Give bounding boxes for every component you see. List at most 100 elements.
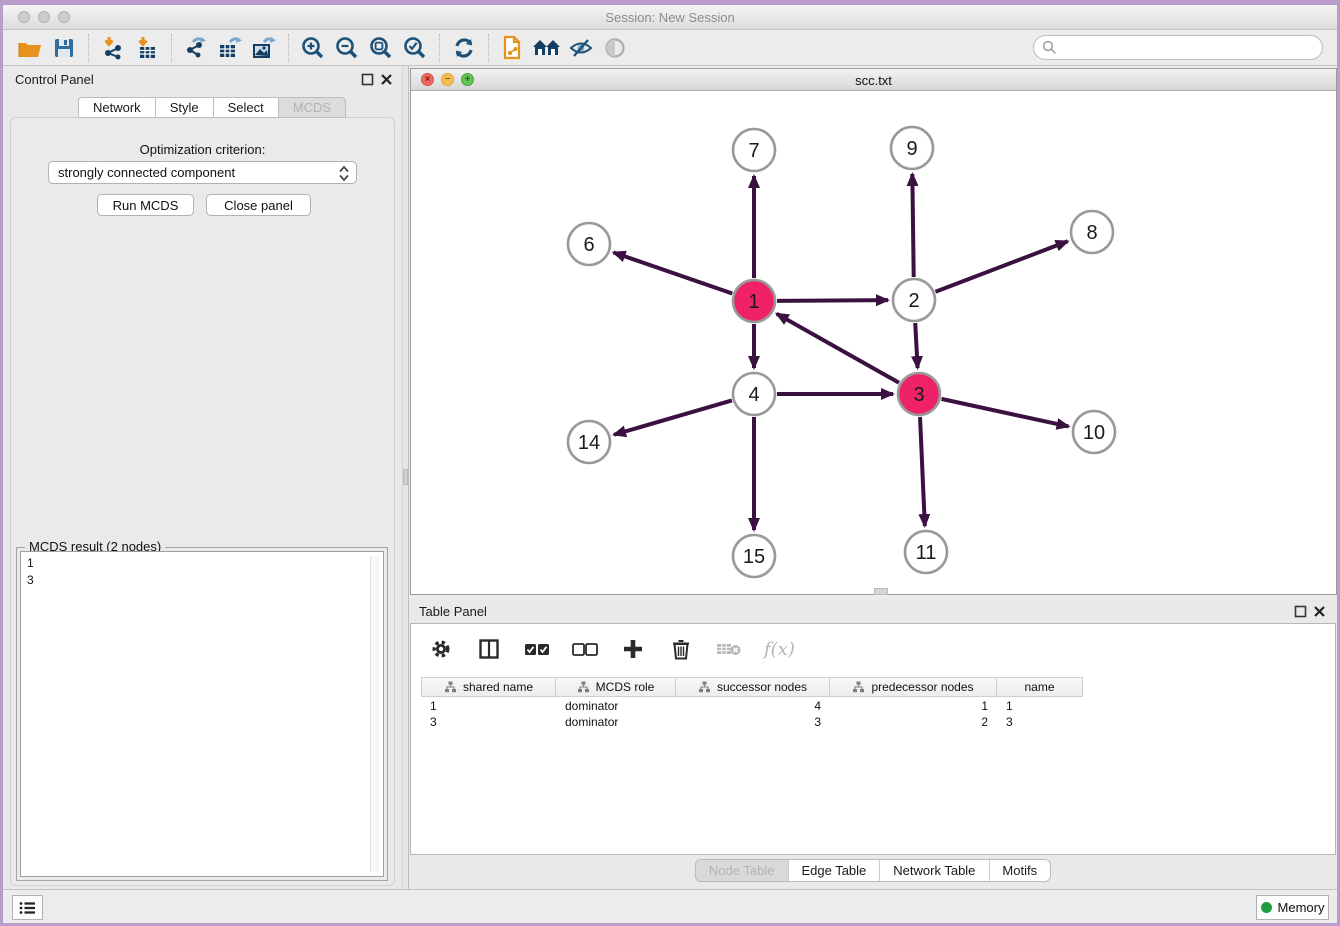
column-header-successor-nodes[interactable]: successor nodes <box>676 677 830 697</box>
unselect-all-columns-button[interactable] <box>572 636 598 662</box>
close-panel-button[interactable]: Close panel <box>206 194 311 216</box>
edge-3-10[interactable] <box>941 399 1068 427</box>
export-image-button[interactable] <box>247 34 281 62</box>
edge-3-1[interactable] <box>777 314 899 383</box>
toolbar-separator <box>439 34 440 62</box>
edge-2-8[interactable] <box>935 241 1067 292</box>
panel-splitter[interactable] <box>402 66 409 889</box>
search-field[interactable] <box>1033 35 1323 60</box>
network-window-titlebar: × − + scc.txt <box>411 69 1336 91</box>
hide-selected-button[interactable] <box>564 34 598 62</box>
zoom-in-icon <box>301 36 325 60</box>
unchecked-boxes-icon <box>572 643 598 656</box>
delete-table-icon <box>716 641 742 657</box>
cell-name[interactable]: 3 <box>997 714 1083 730</box>
cell-predecessor-nodes[interactable]: 2 <box>830 714 997 730</box>
cell-name[interactable]: 1 <box>997 698 1083 714</box>
first-neighbors-button[interactable] <box>530 34 564 62</box>
tab-network[interactable]: Network <box>78 97 155 118</box>
optimization-criterion-label: Optimization criterion: <box>11 142 394 157</box>
frame-resize-grip[interactable] <box>874 588 888 595</box>
open-session-button[interactable] <box>13 34 47 62</box>
float-panel-icon[interactable] <box>361 73 374 86</box>
gear-icon <box>430 638 452 660</box>
duplicate-network-icon <box>501 35 525 61</box>
cell-shared-name[interactable]: 1 <box>421 698 556 714</box>
export-table-button[interactable] <box>213 34 247 62</box>
criterion-dropdown[interactable]: strongly connected component <box>48 161 357 184</box>
save-session-button[interactable] <box>47 34 81 62</box>
mcds-tab-content: Optimization criterion: strongly connect… <box>10 117 395 886</box>
tab-mcds[interactable]: MCDS <box>278 97 346 118</box>
network-canvas[interactable]: 1234678910111415 <box>411 91 1336 594</box>
network-graph[interactable]: 1234678910111415 <box>411 91 1336 594</box>
node-label-1: 1 <box>748 291 759 313</box>
table-row-1[interactable]: 1dominator411 <box>421 698 1083 714</box>
tab-network-table[interactable]: Network Table <box>880 860 989 881</box>
edge-2-3[interactable] <box>915 323 917 368</box>
edge-4-14[interactable] <box>614 400 732 434</box>
close-panel-icon[interactable] <box>380 73 393 86</box>
memory-label: Memory <box>1278 900 1325 915</box>
edge-1-6[interactable] <box>614 252 733 293</box>
float-table-panel-icon[interactable] <box>1294 605 1307 618</box>
select-all-columns-button[interactable] <box>524 636 550 662</box>
zoom-in-button[interactable] <box>296 34 330 62</box>
node-label-14: 14 <box>578 432 600 454</box>
memory-button[interactable]: Memory <box>1256 895 1329 920</box>
zoom-fit-button[interactable] <box>364 34 398 62</box>
toolbar-separator <box>171 34 172 62</box>
run-mcds-button[interactable]: Run MCDS <box>97 194 194 216</box>
column-header-predecessor-nodes[interactable]: predecessor nodes <box>830 677 997 697</box>
import-network-icon <box>101 36 125 60</box>
cell-MCDS-role[interactable]: dominator <box>556 698 676 714</box>
cell-predecessor-nodes[interactable]: 1 <box>830 698 997 714</box>
duplicate-network-button[interactable] <box>496 34 530 62</box>
table-toolbar: f(x) <box>411 624 1335 674</box>
eye-disabled-icon <box>603 37 627 59</box>
tab-select[interactable]: Select <box>213 97 278 118</box>
zoom-selected-button[interactable] <box>398 34 432 62</box>
tab-style[interactable]: Style <box>155 97 213 118</box>
tab-edge-table[interactable]: Edge Table <box>788 860 880 881</box>
delete-columns-button[interactable] <box>668 636 694 662</box>
show-hidden-button[interactable] <box>598 34 632 62</box>
zoom-out-button[interactable] <box>330 34 364 62</box>
node-label-8: 8 <box>1086 222 1097 244</box>
tab-node-table[interactable]: Node Table <box>696 860 789 881</box>
cell-shared-name[interactable]: 3 <box>421 714 556 730</box>
column-sort-icon <box>577 681 590 693</box>
import-table-button[interactable] <box>130 34 164 62</box>
table-options-button[interactable] <box>428 636 454 662</box>
column-header-shared-name[interactable]: shared name <box>421 677 556 697</box>
apply-layout-button[interactable] <box>447 34 481 62</box>
column-view-button[interactable] <box>476 636 502 662</box>
plus-icon <box>622 638 644 660</box>
tab-motifs[interactable]: Motifs <box>989 860 1050 881</box>
table-panel: Table Panel <box>409 599 1337 889</box>
result-scrollbar[interactable] <box>370 556 379 872</box>
edge-3-11[interactable] <box>920 417 925 526</box>
cell-successor-nodes[interactable]: 4 <box>676 698 830 714</box>
export-network-button[interactable] <box>179 34 213 62</box>
table-row-3[interactable]: 3dominator323 <box>421 714 1083 730</box>
edge-1-2[interactable] <box>777 300 888 301</box>
search-input[interactable] <box>1057 38 1322 58</box>
main-toolbar <box>3 30 1337 66</box>
splitter-grip[interactable] <box>403 469 408 485</box>
close-table-panel-icon[interactable] <box>1313 605 1326 618</box>
mcds-result-text[interactable]: 1 3 <box>20 551 384 877</box>
import-network-button[interactable] <box>96 34 130 62</box>
refresh-icon <box>452 36 476 60</box>
function-builder-button[interactable]: f(x) <box>764 639 795 660</box>
delete-table-button[interactable] <box>716 636 742 662</box>
node-label-15: 15 <box>743 546 765 568</box>
task-history-button[interactable] <box>12 895 43 920</box>
cell-successor-nodes[interactable]: 3 <box>676 714 830 730</box>
column-header-MCDS-role[interactable]: MCDS role <box>556 677 676 697</box>
edge-2-9[interactable] <box>912 174 913 277</box>
add-column-button[interactable] <box>620 636 646 662</box>
window-title: Session: New Session <box>3 10 1337 25</box>
column-header-name[interactable]: name <box>997 677 1083 697</box>
cell-MCDS-role[interactable]: dominator <box>556 714 676 730</box>
